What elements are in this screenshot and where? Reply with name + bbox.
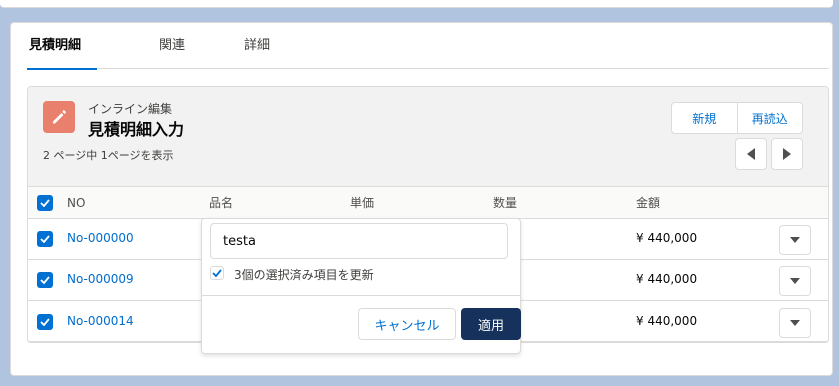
tab-details[interactable]: 詳細 [244,23,270,69]
popover-divider [202,295,520,296]
tab-quote-lines[interactable]: 見積明細 [26,23,98,70]
row-action-menu-button[interactable] [779,225,811,255]
check-icon [40,318,50,326]
chevron-down-icon [790,320,800,326]
amount-cell: ¥ 440,000 [636,314,698,328]
triangle-left-icon [747,148,755,160]
tab-related[interactable]: 関連 [159,23,185,69]
row-action-menu-button[interactable] [779,266,811,296]
check-icon [40,199,50,207]
row-action-menu-button[interactable] [779,308,811,338]
record-link[interactable]: No-000000 [67,231,134,245]
check-icon [212,269,222,277]
table-header: NO 品名 単価 数量 金額 [28,187,828,219]
row-checkbox[interactable] [37,272,53,288]
next-page-button[interactable] [771,138,803,170]
top-card [0,0,833,8]
triangle-right-icon [783,148,791,160]
update-selected-label: 3個の選択済み項目を更新 [234,268,374,282]
amount-cell: ¥ 440,000 [636,231,698,245]
amount-cell: ¥ 440,000 [636,272,698,286]
update-selected-checkbox[interactable] [210,266,224,280]
column-header-product-name[interactable]: 品名 [209,187,233,219]
panel-subtitle: インライン編集 [88,102,173,116]
chevron-down-icon [790,278,800,284]
previous-page-button[interactable] [735,138,767,170]
panel-header: インライン編集 見積明細入力 2 ページ中 1ページを表示 新規 再読込 [28,87,828,187]
check-icon [40,276,50,284]
row-checkbox[interactable] [37,231,53,247]
cancel-button[interactable]: キャンセル [358,308,456,340]
record-link[interactable]: No-000009 [67,272,134,286]
header-button-group: 新規 再読込 [671,102,803,134]
inline-edit-popover: 3個の選択済み項目を更新 キャンセル 適用 [201,218,521,354]
chevron-down-icon [790,237,800,243]
apply-button[interactable]: 適用 [461,308,521,340]
new-button[interactable]: 新規 [672,103,737,133]
page-info: 2 ページ中 1ページを表示 [43,149,174,162]
tab-bar: 見積明細 関連 詳細 [26,23,829,70]
column-header-unit-price[interactable]: 単価 [350,187,374,219]
product-name-input[interactable] [210,223,508,259]
reload-button[interactable]: 再読込 [736,103,803,133]
column-header-amount[interactable]: 金額 [636,187,660,219]
panel-title: 見積明細入力 [88,120,185,139]
row-checkbox[interactable] [37,314,53,330]
column-header-quantity[interactable]: 数量 [493,187,517,219]
check-icon [40,235,50,243]
edit-icon [43,101,75,133]
column-header-no[interactable]: NO [67,187,85,219]
record-link[interactable]: No-000014 [67,314,134,328]
select-all-checkbox[interactable] [37,195,53,211]
